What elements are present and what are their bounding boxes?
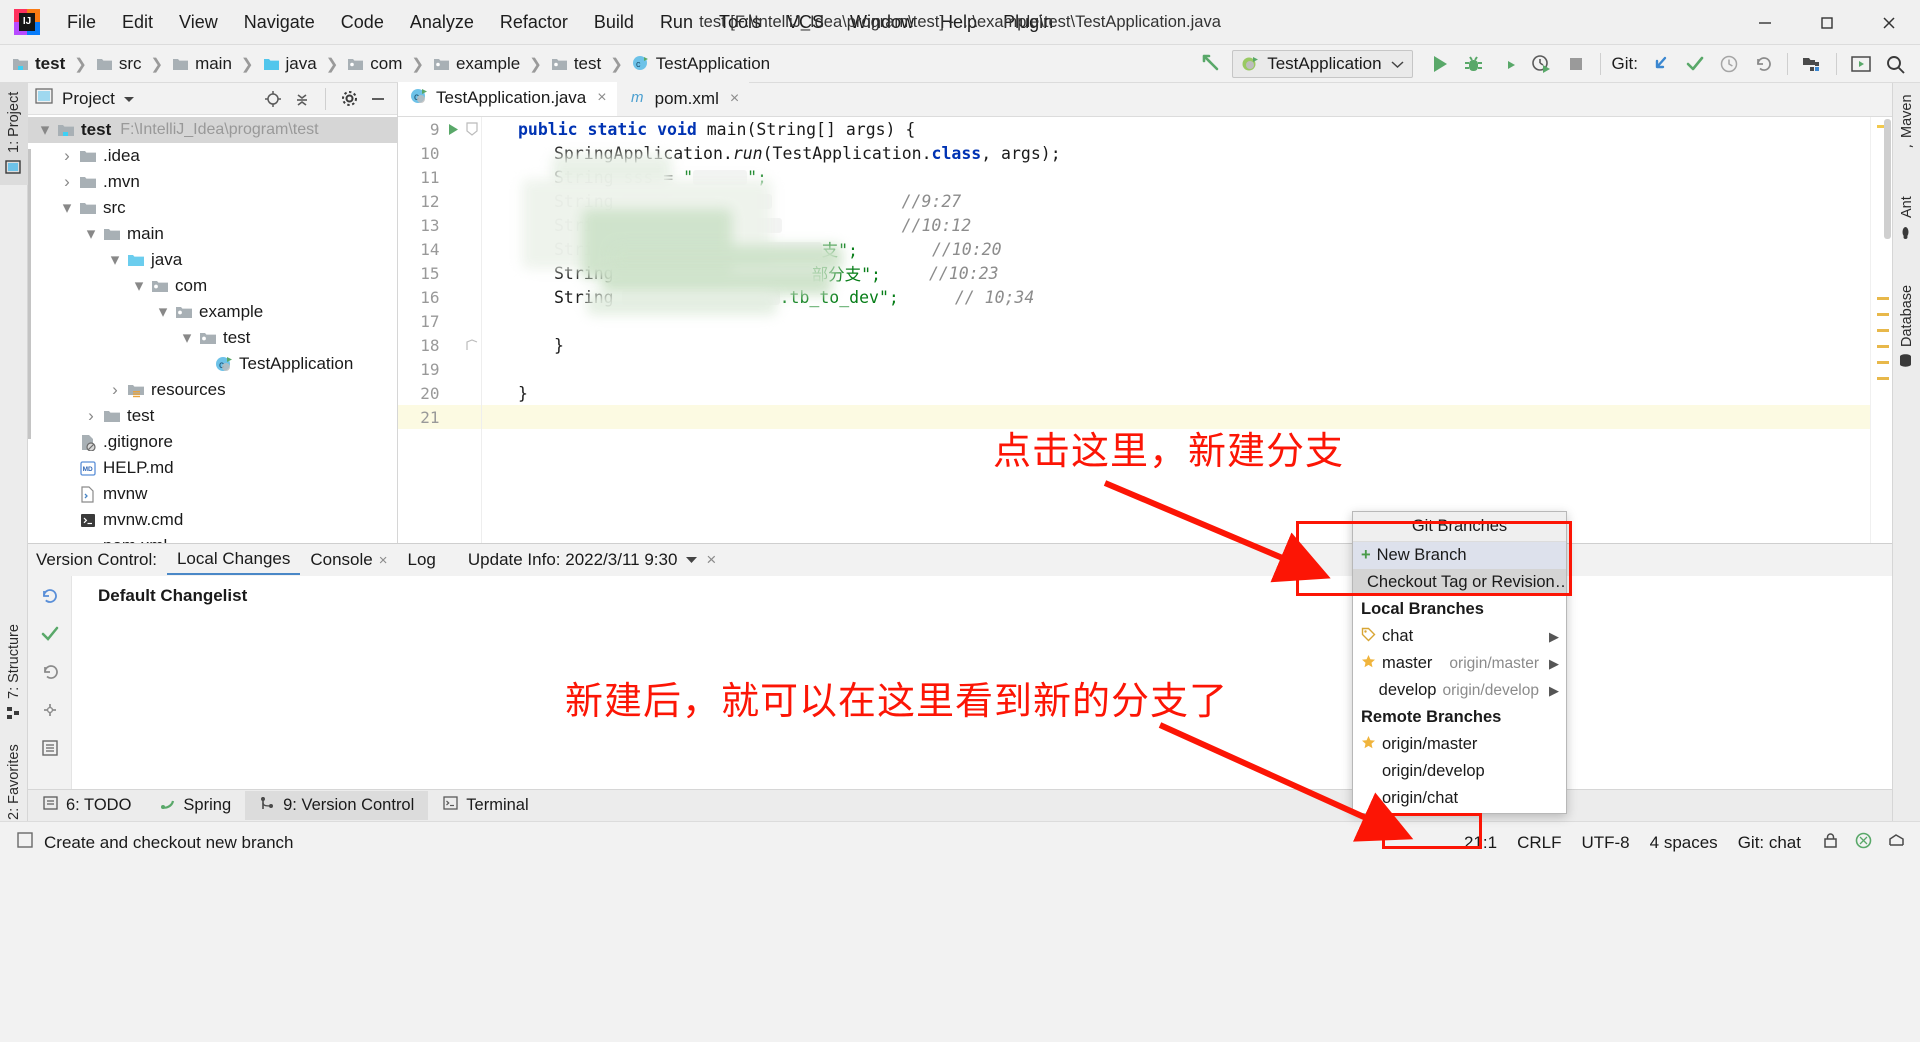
intellij-idea-window: IJ File Edit View Navigate Code Analyze … <box>0 0 1920 1042</box>
annotation-arrow-2 <box>1158 722 1414 842</box>
